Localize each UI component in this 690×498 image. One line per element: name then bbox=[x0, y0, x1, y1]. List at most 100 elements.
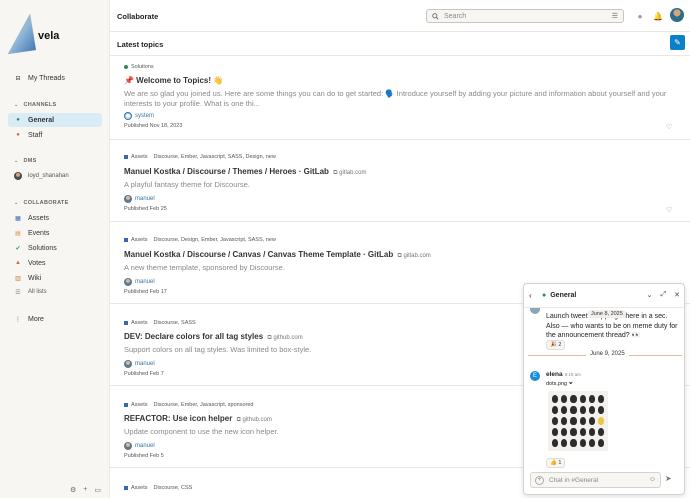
list-icon: ☰ bbox=[15, 289, 21, 296]
topic-category[interactable]: Assets Discourse, CSS bbox=[124, 485, 192, 491]
sidebar-item-label: Events bbox=[28, 229, 50, 237]
avatar[interactable]: E bbox=[530, 371, 540, 381]
topic-category[interactable]: Solutions bbox=[124, 64, 154, 70]
new-topic-button[interactable]: ✎ bbox=[670, 35, 685, 50]
sidebar-item-more[interactable]: ⋮ More bbox=[8, 312, 102, 326]
send-icon[interactable]: ➤ bbox=[665, 474, 672, 483]
avatar bbox=[124, 195, 132, 203]
topic-published: Published Feb 25 bbox=[124, 206, 167, 212]
topic-author[interactable]: manuel bbox=[124, 360, 155, 368]
avatar bbox=[124, 442, 132, 450]
chevron-down-icon: ⌄ bbox=[14, 200, 19, 206]
topic-published: Published Feb 17 bbox=[124, 289, 167, 295]
chat-tools: ⌄ ⤢ ✕ bbox=[647, 291, 680, 299]
topic-tags: Discourse, Ember, Javascript, sponsored bbox=[153, 402, 254, 408]
sidebar-item-label: General bbox=[28, 116, 55, 124]
channels-heading[interactable]: ⌄ CHANNELS bbox=[14, 102, 56, 108]
topic-author[interactable]: manuel bbox=[124, 442, 155, 450]
topic-category[interactable]: Assets Discourse, Design, Ember, Javascr… bbox=[124, 237, 276, 243]
external-link[interactable]: ⧉ gitlab.com bbox=[398, 253, 431, 259]
sidebar-item-dm[interactable]: loyd_shanahan bbox=[8, 169, 102, 183]
thumbs-up-icon: ▲ bbox=[15, 260, 21, 266]
sidebar-item-label: Assets bbox=[28, 214, 50, 222]
search-input[interactable]: Search ☰ bbox=[426, 9, 624, 23]
topic-row[interactable]: Solutions 📌 Welcome to Topics! 👋 We are … bbox=[110, 56, 690, 140]
chevron-down-icon: ⌄ bbox=[14, 158, 19, 164]
sidebar-item-votes[interactable]: ▲ Votes bbox=[8, 256, 102, 270]
plus-icon[interactable]: + bbox=[83, 486, 87, 494]
sidebar-item-label: My Threads bbox=[28, 74, 65, 82]
topic-author[interactable]: manuel bbox=[124, 195, 155, 203]
message-author[interactable]: elena 9:19 am bbox=[546, 371, 581, 378]
topic-title[interactable]: Manuel Kostka / Discourse / Themes / Her… bbox=[124, 167, 367, 177]
bell-icon[interactable]: 🔔 bbox=[652, 10, 664, 22]
emoji-icon[interactable]: ☺ bbox=[649, 476, 656, 483]
sidebar-item-wiki[interactable]: ▥ Wiki bbox=[8, 271, 102, 285]
avatar bbox=[530, 308, 540, 314]
topic-title[interactable]: 📌 Welcome to Topics! 👋 bbox=[124, 76, 223, 85]
sidebar-footer: ⚙ + ▭ bbox=[70, 486, 101, 494]
assets-icon bbox=[124, 238, 128, 242]
topic-excerpt: A playful fantasy theme for Discourse. bbox=[124, 180, 250, 189]
sidebar-item-my-threads[interactable]: ⊟ My Threads bbox=[8, 71, 102, 85]
attachment-name[interactable]: dots.png ⏷ bbox=[546, 381, 573, 388]
sidebar-item-solutions[interactable]: ✔ Solutions bbox=[8, 241, 102, 255]
sidebar-item-all-lists[interactable]: ☰ All lists bbox=[8, 285, 102, 299]
user-avatar[interactable] bbox=[670, 8, 684, 22]
chat-messages[interactable]: Launch tweet Dropping it here in a sec. … bbox=[524, 308, 684, 470]
topic-author[interactable]: manuel bbox=[124, 278, 155, 286]
reaction-badge[interactable]: 🎉 2 bbox=[546, 340, 566, 350]
topic-title[interactable]: REFACTOR: Use icon helper ⧉ github.com bbox=[124, 414, 272, 424]
collaborate-heading[interactable]: ⌄ COLLABORATE bbox=[14, 200, 69, 206]
date-divider: June 9, 2025 bbox=[586, 351, 629, 357]
floating-date-pill: June 8, 2025 bbox=[588, 310, 626, 318]
heart-icon[interactable]: ♡ bbox=[666, 123, 672, 131]
topic-category[interactable]: Assets Discourse, Ember, Javascript, spo… bbox=[124, 402, 253, 408]
plus-icon[interactable]: + bbox=[535, 475, 544, 485]
topic-title[interactable]: DEV: Declare colors for all tag styles ⧉… bbox=[124, 332, 303, 342]
chat-channel-title[interactable]: ● General bbox=[542, 292, 576, 299]
sidebar-item-assets[interactable]: ▦ Assets bbox=[8, 211, 102, 225]
chat-icon[interactable]: ● bbox=[634, 10, 646, 22]
globe-icon: ◯ bbox=[124, 112, 132, 120]
topic-title[interactable]: Manuel Kostka / Discourse / Canvas / Can… bbox=[124, 250, 431, 260]
topic-category[interactable]: Assets Discourse, Ember, Javascript, SAS… bbox=[124, 154, 276, 160]
expand-icon[interactable]: ⤢ bbox=[661, 291, 667, 299]
avatar bbox=[14, 172, 22, 180]
solutions-icon bbox=[124, 65, 128, 69]
search-placeholder: Search bbox=[444, 12, 467, 20]
image-attachment[interactable] bbox=[548, 391, 608, 451]
topic-row[interactable]: Assets Discourse, Ember, Javascript, SAS… bbox=[110, 140, 690, 222]
collapse-icon[interactable]: ⌄ bbox=[647, 291, 653, 299]
keyboard-icon[interactable]: ▭ bbox=[94, 486, 101, 494]
external-link[interactable]: ⧉ github.com bbox=[237, 417, 272, 423]
external-link[interactable]: ⧉ github.com bbox=[267, 335, 302, 341]
external-link[interactable]: ⧉ gitlab.com bbox=[333, 170, 366, 176]
dms-heading[interactable]: ⌄ DMS bbox=[14, 158, 37, 164]
assets-icon bbox=[124, 403, 128, 407]
sidebar-item-staff[interactable]: ● Staff bbox=[8, 128, 102, 142]
search-options-icon[interactable]: ☰ bbox=[612, 12, 618, 20]
sidebar-item-general[interactable]: ● General bbox=[8, 113, 102, 127]
chat-bubble-icon: ● bbox=[542, 292, 547, 299]
settings-icon[interactable]: ⚙ bbox=[70, 486, 76, 494]
sidebar-item-label: Votes bbox=[28, 259, 46, 267]
avatar bbox=[124, 360, 132, 368]
sidebar-item-events[interactable]: ▤ Events bbox=[8, 226, 102, 240]
reaction-badge[interactable]: 👍 1 bbox=[546, 458, 566, 468]
heart-icon[interactable]: ♡ bbox=[666, 206, 672, 214]
chat-bubble-icon: ● bbox=[16, 132, 20, 138]
close-icon[interactable]: ✕ bbox=[674, 291, 680, 299]
assets-icon bbox=[124, 155, 128, 159]
brand-name[interactable]: vela bbox=[38, 30, 59, 42]
threads-icon: ⊟ bbox=[15, 75, 21, 82]
check-circle-icon: ✔ bbox=[15, 245, 21, 252]
sidebar-item-label: More bbox=[28, 315, 44, 323]
topic-author[interactable]: ◯ system bbox=[124, 112, 154, 120]
chevron-down-icon[interactable]: ⏷ bbox=[569, 381, 573, 387]
book-icon: ▥ bbox=[15, 275, 21, 282]
chevron-down-icon: ⌄ bbox=[14, 102, 19, 108]
back-icon[interactable]: ‹ bbox=[529, 291, 532, 300]
topic-category[interactable]: Assets Discourse, SASS bbox=[124, 320, 196, 326]
chat-composer-input[interactable]: + Chat in #General ☺ bbox=[530, 472, 661, 488]
